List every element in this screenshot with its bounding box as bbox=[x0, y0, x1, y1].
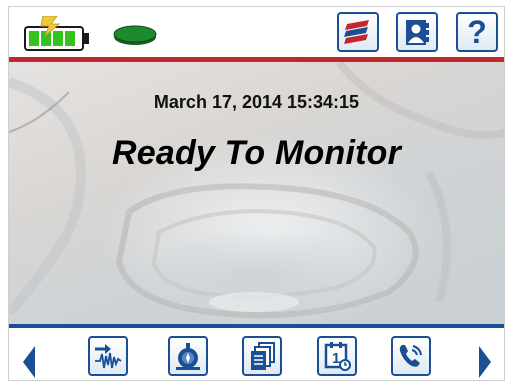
device-screen: ? March 17, 2014 15:34:15 Ready To Monit… bbox=[8, 6, 505, 381]
bottom-bar: 1 bbox=[9, 324, 504, 380]
sensor-icon bbox=[176, 343, 200, 370]
battery-charging-icon bbox=[23, 15, 101, 52]
footer-divider bbox=[9, 324, 504, 328]
calendar-button[interactable]: 1 bbox=[317, 336, 357, 376]
main-display: March 17, 2014 15:34:15 Ready To Monitor bbox=[9, 62, 504, 324]
status-text: Ready To Monitor bbox=[111, 134, 402, 172]
contact-card-icon bbox=[406, 20, 429, 45]
next-arrow-icon[interactable] bbox=[479, 346, 491, 378]
flag-button[interactable] bbox=[337, 12, 379, 52]
phone-button[interactable] bbox=[391, 336, 431, 376]
help-button[interactable]: ? bbox=[456, 12, 498, 52]
waveform-button[interactable] bbox=[88, 336, 128, 376]
datetime-display: March 17, 2014 15:34:15 bbox=[153, 92, 360, 112]
documents-icon bbox=[251, 342, 275, 370]
documents-button[interactable] bbox=[242, 336, 282, 376]
sensor-button[interactable] bbox=[168, 336, 208, 376]
top-bar: ? bbox=[9, 7, 504, 57]
calendar-clock-icon: 1 bbox=[324, 342, 351, 371]
help-icon: ? bbox=[467, 14, 487, 50]
calendar-day-label: 1 bbox=[332, 350, 340, 367]
flag-icon bbox=[344, 20, 369, 44]
storage-disk-icon bbox=[112, 24, 158, 46]
contact-button[interactable] bbox=[396, 12, 438, 52]
phone-icon bbox=[399, 345, 422, 367]
waveform-icon bbox=[95, 344, 122, 369]
previous-arrow-icon[interactable] bbox=[23, 346, 35, 378]
